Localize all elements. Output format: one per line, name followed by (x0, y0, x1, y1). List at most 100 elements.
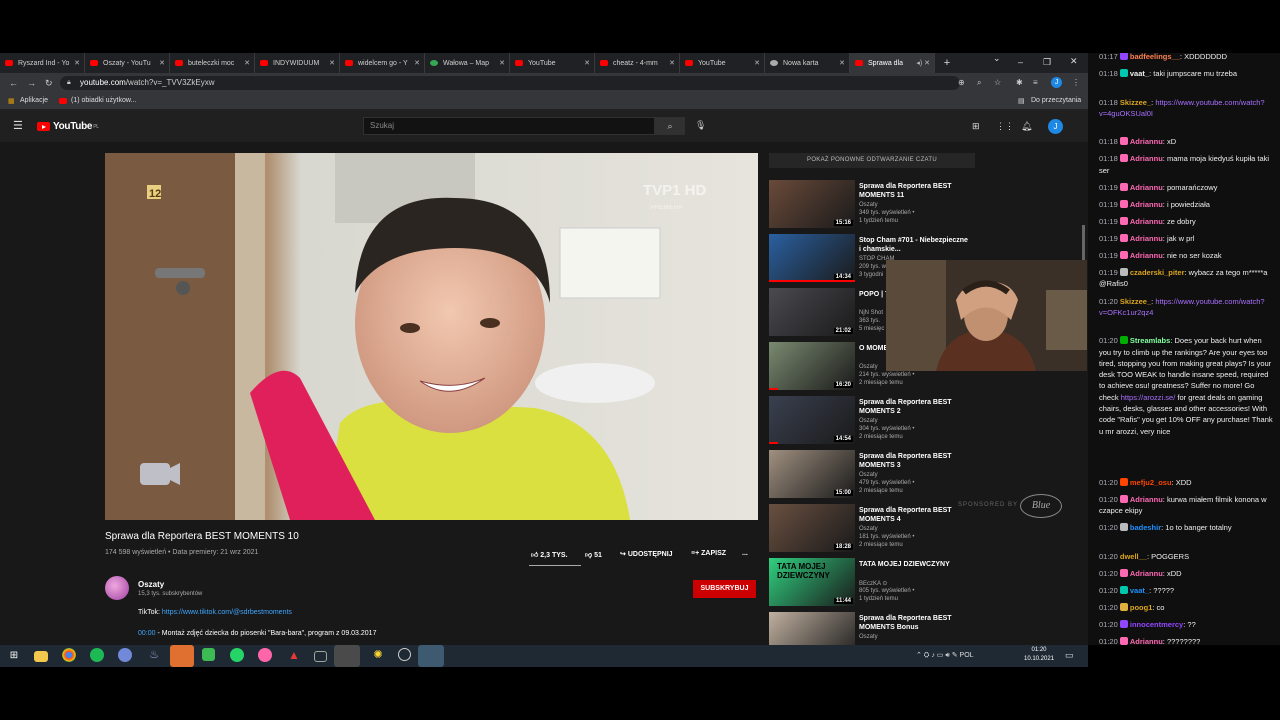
bookmark-item[interactable]: (1) obiadki użytkow... (71, 97, 136, 104)
browser-tab[interactable]: Ryszard Ind - Yo ✕ (0, 53, 85, 73)
browser-tab[interactable]: cheatz - 4-mm ✕ (595, 53, 680, 73)
steam-icon[interactable]: ♨ (146, 648, 162, 664)
recommendation-item[interactable]: 14:54 Sprawa dla Reportera BEST MOMENTS 2… (769, 396, 1069, 446)
chat-username[interactable]: Adriannu (1130, 251, 1163, 260)
close-tab-icon[interactable]: ✕ (414, 59, 420, 67)
reload-icon[interactable]: ↻ (45, 78, 53, 89)
reading-list-icon[interactable]: ≡ (1033, 78, 1038, 87)
chat-username[interactable]: poog1 (1130, 603, 1153, 612)
system-tray[interactable]: ⌃ ⛭ ♪ ▭ 🔊︎ ✎ POL (916, 651, 974, 660)
video-player[interactable]: 12 TVP1 HD PREMIERA (105, 153, 758, 520)
chat-username[interactable]: dwell__ (1120, 552, 1147, 561)
video-thumbnail[interactable]: 15:00 (769, 450, 855, 498)
maximize-icon[interactable]: ❐ (1043, 57, 1051, 68)
create-video-icon[interactable]: ⊞ (972, 121, 980, 132)
chat-link[interactable]: https://arozzi.se/ (1121, 393, 1176, 402)
more-actions-button[interactable]: ... (742, 550, 748, 557)
chrome-active-icon[interactable] (418, 645, 444, 667)
close-tab-icon[interactable]: ✕ (754, 59, 760, 67)
dislike-button[interactable]: 👎︎ 51 (585, 550, 602, 559)
install-icon[interactable]: ⊕ (958, 78, 965, 87)
app-terminal-icon[interactable] (314, 651, 327, 662)
video-thumbnail[interactable] (769, 612, 855, 645)
chrome-icon[interactable] (62, 648, 76, 662)
search-input[interactable]: Szukaj (363, 117, 655, 135)
video-title-link[interactable]: Sprawa dla Reportera BEST MOMENTS Bonus (859, 614, 969, 632)
account-avatar[interactable]: J (1048, 119, 1063, 134)
microphone-icon[interactable]: 🎙︎ (695, 120, 706, 131)
video-title-link[interactable]: Sprawa dla Reportera BEST MOMENTS 2 (859, 398, 969, 416)
close-tab-icon[interactable]: ◂) ✕ (916, 59, 930, 67)
spotify-icon[interactable] (90, 648, 104, 662)
browser-tab[interactable]: Wałowa – Map ✕ (425, 53, 510, 73)
new-tab-button[interactable]: + (939, 57, 955, 69)
close-tab-icon[interactable]: ✕ (329, 59, 335, 67)
app-orange-icon[interactable] (170, 645, 194, 667)
extensions-icon[interactable]: ✱ (1016, 78, 1023, 87)
video-title-link[interactable]: Stop Cham #701 - Niebezpieczne i chamski… (859, 236, 969, 254)
close-tab-icon[interactable]: ✕ (584, 59, 590, 67)
subscribe-button[interactable]: SUBSKRYBUJ (693, 580, 756, 598)
recommendation-item[interactable]: TATA MOJEJ DZIEWCZYNY 11:44 TATA MOJEJ DZI… (769, 558, 1069, 608)
video-thumbnail[interactable]: 14:54 (769, 396, 855, 444)
app-green-icon[interactable] (202, 648, 215, 661)
file-explorer-icon[interactable] (34, 651, 48, 662)
close-tab-icon[interactable]: ✕ (669, 59, 675, 67)
share-button[interactable]: ↪ UDOSTĘPNIJ (620, 550, 673, 558)
clock[interactable]: 01:20 10.10.2021 (1024, 646, 1054, 664)
chat-username[interactable]: Adriannu (1130, 569, 1163, 578)
profile-avatar[interactable]: J (1051, 77, 1062, 88)
video-thumbnail[interactable]: 21:02 (769, 288, 855, 336)
chat-username[interactable]: Streamlabs (1130, 336, 1170, 345)
browser-tab[interactable]: INDYWIDUUM ✕ (255, 53, 340, 73)
chat-username[interactable]: vaat_ (1130, 586, 1149, 595)
chat-username[interactable]: innocentmercy (1130, 620, 1183, 629)
timestamp-link[interactable]: 00:00 (138, 630, 156, 637)
browser-tab[interactable]: YouTube ✕ (680, 53, 765, 73)
chat-username[interactable]: badeshir (1130, 523, 1161, 532)
chat-username[interactable]: Adriannu (1130, 200, 1163, 209)
osu-icon[interactable] (258, 648, 272, 662)
chat-username[interactable]: Adriannu (1130, 183, 1163, 192)
video-thumbnail[interactable]: 15:16 (769, 180, 855, 228)
forward-icon[interactable]: → (27, 78, 36, 88)
browser-tab[interactable]: buteleczki moc ✕ (170, 53, 255, 73)
chat-username[interactable]: czaderski_piter (1130, 268, 1185, 277)
video-title-link[interactable]: Sprawa dla Reportera BEST MOMENTS 11 (859, 182, 969, 200)
close-tab-icon[interactable]: ✕ (159, 59, 165, 67)
like-button[interactable]: 👍︎ 2,3 TYS. (531, 550, 568, 559)
chat-username[interactable]: Adriannu (1130, 637, 1163, 645)
app-sun-icon[interactable]: ✺ (370, 648, 386, 664)
browser-tab[interactable]: Oszaty - YouTu ✕ (85, 53, 170, 73)
minimize-icon[interactable]: – (1018, 57, 1023, 67)
bookmark-star-icon[interactable]: ☆ (994, 78, 1001, 87)
close-tab-icon[interactable]: ✕ (839, 59, 845, 67)
video-thumbnail[interactable]: TATA MOJEJ DZIEWCZYNY 11:44 (769, 558, 855, 606)
notifications-bell-icon[interactable]: 🔔︎ (1021, 121, 1032, 132)
search-button[interactable]: ⌕ (655, 117, 685, 135)
recommendation-item[interactable]: Sprawa dla Reportera BEST MOMENTS Bonus O… (769, 612, 1069, 645)
close-window-icon[interactable]: ✕ (1070, 56, 1078, 67)
back-icon[interactable]: ← (9, 78, 18, 88)
close-tab-icon[interactable]: ✕ (499, 59, 505, 67)
channel-name[interactable]: Oszaty (138, 580, 164, 589)
obs-icon[interactable] (398, 648, 411, 661)
chat-username[interactable]: Adriannu (1130, 217, 1163, 226)
bookmark-apps[interactable]: Aplikacje (20, 97, 48, 104)
language-indicator[interactable]: POL (960, 652, 974, 659)
steam-active-icon[interactable] (334, 645, 360, 667)
recommendation-item[interactable]: 15:16 Sprawa dla Reportera BEST MOMENTS 1… (769, 180, 1069, 230)
video-thumbnail[interactable]: 14:34 (769, 234, 855, 282)
close-tab-icon[interactable]: ✕ (74, 59, 80, 67)
bookmark-reading-list[interactable]: Do przeczytania (1031, 97, 1081, 104)
recommendation-item[interactable]: 15:00 Sprawa dla Reportera BEST MOMENTS 3… (769, 450, 1069, 500)
video-thumbnail[interactable]: 16:20 (769, 342, 855, 390)
video-title-link[interactable]: Sprawa dla Reportera BEST MOMENTS 4 (859, 506, 969, 524)
whatsapp-icon[interactable] (230, 648, 244, 662)
discord-icon[interactable] (118, 648, 132, 662)
chat-username[interactable]: Adriannu (1130, 154, 1163, 163)
tiktok-link[interactable]: https://www.tiktok.com/@sdrbestmoments (162, 609, 292, 616)
hamburger-menu-icon[interactable]: ☰ (13, 119, 23, 132)
close-tab-icon[interactable]: ✕ (244, 59, 250, 67)
browser-tab[interactable]: Nowa karta ✕ (765, 53, 850, 73)
